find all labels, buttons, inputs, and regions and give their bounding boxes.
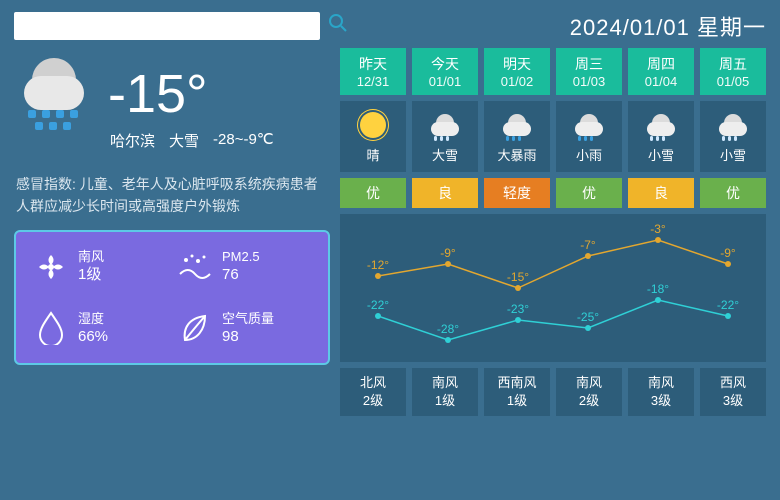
fan-icon xyxy=(34,250,68,284)
humidity-value: 66% xyxy=(78,327,108,347)
pm25-icon xyxy=(178,250,212,284)
pm25-value: 76 xyxy=(222,265,260,285)
chart-label: -9° xyxy=(440,246,455,260)
day-tab-3[interactable]: 周三01/03 xyxy=(556,48,622,95)
day-tab-5[interactable]: 周五01/05 xyxy=(700,48,766,95)
chart-label: -25° xyxy=(577,310,599,324)
humidity-label: 湿度 xyxy=(78,310,108,328)
aqi-badge-0: 优 xyxy=(340,178,406,208)
forecast-cond-3: 小雨 xyxy=(556,101,622,172)
snow-light-icon xyxy=(700,109,766,141)
weather-icon-large xyxy=(14,58,94,130)
humidity-icon xyxy=(34,311,68,345)
day-tab-2[interactable]: 明天01/02 xyxy=(484,48,550,95)
forecast-cond-4: 小雪 xyxy=(628,101,694,172)
aqi-badge-2: 轻度 xyxy=(484,178,550,208)
aqi-badge-1: 良 xyxy=(412,178,478,208)
chart-label: -12° xyxy=(367,258,389,272)
pm25-label: PM2.5 xyxy=(222,248,260,266)
sun-icon xyxy=(340,109,406,141)
air-value: 98 xyxy=(222,327,274,347)
cold-index-label: 感冒指数: xyxy=(16,176,76,192)
chart-label: -22° xyxy=(717,298,739,312)
chart-label: -3° xyxy=(650,222,665,236)
wind-value: 1级 xyxy=(78,265,104,285)
leaf-icon xyxy=(178,311,212,345)
wind-forecast-1: 南风1级 xyxy=(412,368,478,416)
aqi-badge-4: 良 xyxy=(628,178,694,208)
snow-icon xyxy=(412,109,478,141)
wind-forecast-0: 北风2级 xyxy=(340,368,406,416)
aqi-badge-5: 优 xyxy=(700,178,766,208)
chart-label: -28° xyxy=(437,322,459,336)
day-tab-1[interactable]: 今天01/01 xyxy=(412,48,478,95)
temp-chart: -12° -9° -15° -7° -3° -9° -22° -28° -23° -25° -18°… xyxy=(340,214,766,362)
wind-forecast-3: 南风2级 xyxy=(556,368,622,416)
rain-light-icon xyxy=(556,109,622,141)
forecast-cond-5: 小雪 xyxy=(700,101,766,172)
condition-text: 大雪 xyxy=(169,130,199,151)
wind-forecast-5: 西风3级 xyxy=(700,368,766,416)
rain-icon xyxy=(484,109,550,141)
wind-label: 南风 xyxy=(78,248,104,266)
chart-label: -7° xyxy=(580,238,595,252)
chart-label: -23° xyxy=(507,302,529,316)
chart-label: -22° xyxy=(367,298,389,312)
chart-label: -18° xyxy=(647,282,669,296)
air-label: 空气质量 xyxy=(222,310,274,328)
temp-range: -28~-9℃ xyxy=(213,130,274,151)
search-icon[interactable] xyxy=(328,13,348,39)
current-temp: -15° xyxy=(108,67,208,121)
day-tab-0[interactable]: 昨天12/31 xyxy=(340,48,406,95)
forecast-cond-1: 大雪 xyxy=(412,101,478,172)
forecast-cond-2: 大暴雨 xyxy=(484,101,550,172)
forecast-cond-0: 晴 xyxy=(340,101,406,172)
current-date: 2024/01/01 星期一 xyxy=(570,10,766,42)
search-input[interactable] xyxy=(14,12,320,40)
aqi-badge-3: 优 xyxy=(556,178,622,208)
snow-light-icon xyxy=(628,109,694,141)
wind-forecast-2: 西南风1级 xyxy=(484,368,550,416)
chart-label: -15° xyxy=(507,270,529,284)
city-name: 哈尔滨 xyxy=(110,130,155,151)
chart-label: -9° xyxy=(720,246,735,260)
detail-panel: 南风1级 PM2.576 湿度66% 空气质量98 xyxy=(14,230,330,366)
wind-forecast-4: 南风3级 xyxy=(628,368,694,416)
day-tab-4[interactable]: 周四01/04 xyxy=(628,48,694,95)
